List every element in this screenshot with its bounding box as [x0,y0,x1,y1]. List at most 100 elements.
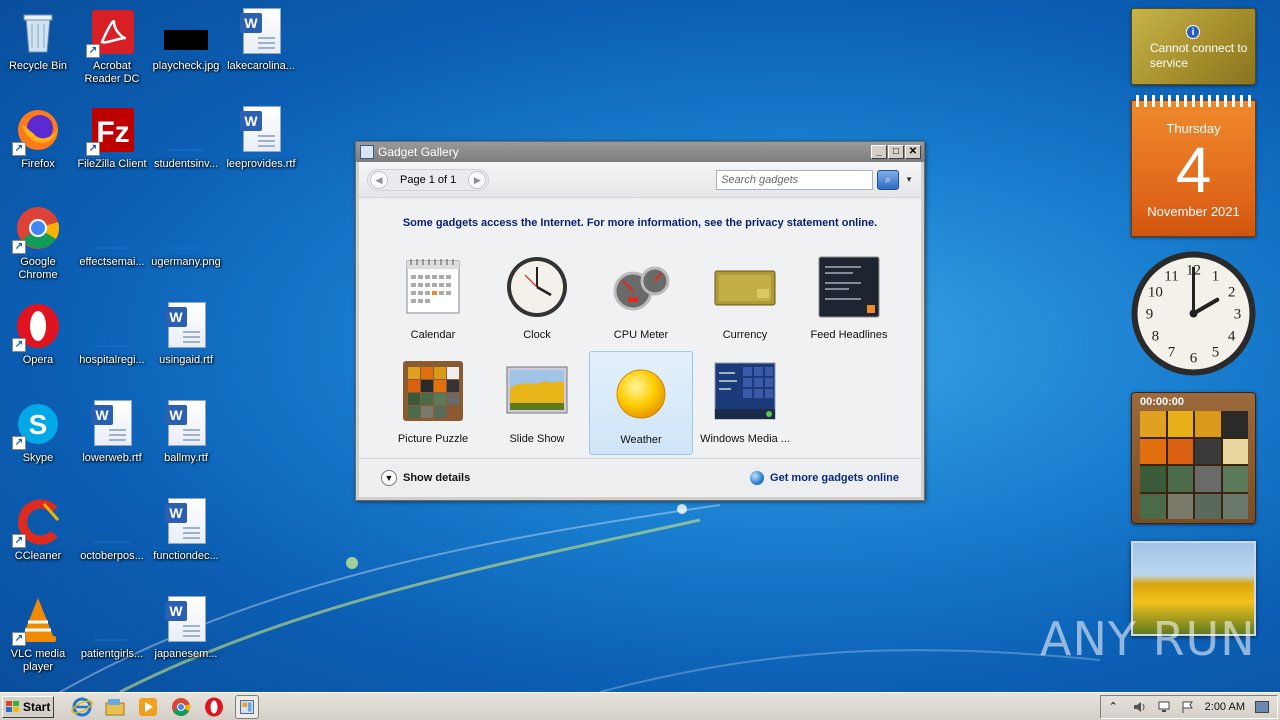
gadget-grid: Calendar Clock CPU Meter Currency Feed H… [381,247,901,455]
desktop-icon-chrome[interactable]: ↗ Google Chrome [0,198,76,286]
show-desktop-icon[interactable] [1255,700,1269,713]
firefox-icon: ↗ [12,106,62,156]
desktop-icon-firefox[interactable]: ↗ Firefox [0,100,76,188]
shortcut-arrow-icon: ↗ [12,142,26,156]
filezilla-icon: Fz ↗ [86,106,136,156]
gadget-gallery-taskbar-button[interactable] [235,694,259,719]
desktop-icon-label: lowerweb.rtf [82,452,142,464]
search-area: ⌕ ▼ [716,169,913,190]
desktop-icon-label: hospitalregi... [79,354,145,366]
word-document-icon: W [237,8,285,56]
gadget-label: Weather [620,434,662,446]
gadget-tile-feed-headlines[interactable]: Feed Headlines [797,247,901,351]
shortcut-arrow-icon: ↗ [12,534,26,548]
desktop-icon-label: lakecarolina... [227,60,295,72]
picture-puzzle-gadget[interactable]: 00:00:00 [1131,392,1256,524]
svg-text:Fz: Fz [96,116,129,149]
taskbar: Start ⌃ 2:00 AM [0,692,1280,720]
cpu-meter-thumbnail-icon [613,266,670,311]
desktop-icon-vlc[interactable]: ↗ VLC media player [0,590,76,678]
desktop-icon-hospitalregi[interactable]: hospitalregi... [74,296,150,384]
desktop-icon-label: leeprovides.rtf [226,158,296,170]
globe-icon [750,471,765,485]
search-dropdown-arrow-icon[interactable]: ▼ [905,175,913,184]
recycle-bin-icon [14,8,62,56]
desktop-icon-acrobat[interactable]: ↗ Acrobat Reader DC [74,2,150,90]
gadget-tile-weather[interactable]: Weather [589,351,693,455]
gadget-tile-calendar[interactable]: Calendar [381,247,485,351]
close-button[interactable]: ✕ [905,145,921,159]
gadget-tile-cpu-meter[interactable]: CPU Meter [589,247,693,351]
desktop-icon-studentsinv[interactable]: studentsinv... [148,100,224,188]
desktop-icon-filezilla[interactable]: Fz ↗ FileZilla Client [74,100,150,188]
gadget-tile-clock[interactable]: Clock [485,247,589,351]
file-explorer-icon[interactable] [103,695,127,719]
desktop-icon-leeprovides[interactable]: W leeprovides.rtf [223,100,299,188]
currency-gadget[interactable]: i Cannot connect to service [1131,8,1256,85]
desktop-icon-label: studentsinv... [154,158,218,170]
clock-gadget[interactable]: 123456789101112 [1130,250,1257,377]
clock-numeral: 8 [1152,329,1160,345]
weather-sun-icon [616,369,666,419]
desktop-icon-ccleaner[interactable]: ↗ CCleaner [0,492,76,580]
shortcut-arrow-icon: ↗ [12,632,26,646]
get-more-gadgets-link[interactable]: Get more gadgets online [750,471,899,485]
clock-numeral: 5 [1212,345,1220,361]
gadget-tile-slide-show[interactable]: Slide Show [485,351,589,455]
desktop-icon-opera[interactable]: ↗ Opera [0,296,76,384]
desktop-icon-ugermany[interactable]: ugermany.png [148,198,224,286]
desktop-icon-label: FileZilla Client [77,158,147,170]
desktop-icon-effectsemai[interactable]: effectsemai... [74,198,150,286]
desktop-icon-octoberpos[interactable]: octoberpos... [74,492,150,580]
volume-icon[interactable] [1133,701,1147,713]
start-button[interactable]: Start [2,695,54,718]
gadget-tile-picture-puzzle[interactable]: Picture Puzzle [381,351,485,455]
internet-explorer-icon[interactable] [70,695,94,719]
desktop-icon-label: Recycle Bin [8,60,68,72]
desktop-icon-skype[interactable]: S ↗ Skype [0,394,76,482]
word-document-icon: W [88,400,136,448]
desktop-icon-ballmy[interactable]: W ballmy.rtf [148,394,224,482]
desktop-icon-lowerweb[interactable]: W lowerweb.rtf [74,394,150,482]
opera-icon[interactable] [202,695,226,719]
gadget-label: CPU Meter [613,329,669,341]
media-player-icon[interactable] [136,695,160,719]
desktop-icon-usingaid[interactable]: W usingaid.rtf [148,296,224,384]
anyrun-watermark: ANY RUN [1040,612,1256,666]
chrome-icon[interactable] [169,695,193,719]
gadget-gallery-window[interactable]: Gadget Gallery _ □ ✕ ◀ Page 1 of 1 ▶ ⌕ ▼… [355,141,925,501]
picture-puzzle-thumbnail-icon [403,361,463,421]
desktop-icon-recycle-bin[interactable]: Recycle Bin [0,2,76,90]
show-details-button[interactable]: ▼ Show details [381,470,470,486]
search-icon[interactable]: ⌕ [877,169,900,190]
gadget-tile-windows-media[interactable]: Windows Media ... [693,351,797,455]
chrome-icon: ↗ [12,204,62,254]
gadget-gallery-app-icon [360,145,374,159]
desktop-icon-japanesem[interactable]: W japanesem... [148,590,224,678]
desktop-icon-playcheck[interactable]: playcheck.jpg [148,2,224,90]
system-tray: ⌃ 2:00 AM [1099,694,1278,719]
maximize-button[interactable]: □ [888,145,904,159]
previous-page-button[interactable]: ◀ [370,170,388,189]
gadget-label: Windows Media ... [700,433,790,445]
gadget-tile-currency[interactable]: Currency [693,247,797,351]
action-center-flag-icon[interactable] [1181,701,1195,713]
slide-show-thumbnail-icon [506,366,568,414]
calendar-month-year: November 2021 [1147,204,1240,219]
desktop-icon-functiondec[interactable]: W functiondec... [148,492,224,580]
show-hidden-icons-chevron-icon[interactable]: ⌃ [1109,701,1123,713]
puzzle-grid[interactable] [1140,411,1248,519]
desktop-icon-lakecarolina[interactable]: W lakecarolina... [223,2,299,90]
calendar-gadget[interactable]: Thursday 4 November 2021 [1131,95,1256,237]
title-bar[interactable]: Gadget Gallery _ □ ✕ [356,142,924,162]
network-icon[interactable] [1157,701,1171,713]
next-page-button[interactable]: ▶ [468,170,487,189]
taskbar-clock[interactable]: 2:00 AM [1205,701,1245,713]
gadget-list-area: Some gadgets access the Internet. For mo… [359,199,921,458]
search-input[interactable] [716,169,874,190]
clock-numeral: 4 [1228,329,1236,345]
gallery-footer: ▼ Show details Get more gadgets online [359,458,921,497]
feed-headlines-thumbnail-icon [818,256,880,318]
minimize-button[interactable]: _ [871,145,887,159]
desktop-icon-patientgirls[interactable]: patientgirls... [74,590,150,678]
